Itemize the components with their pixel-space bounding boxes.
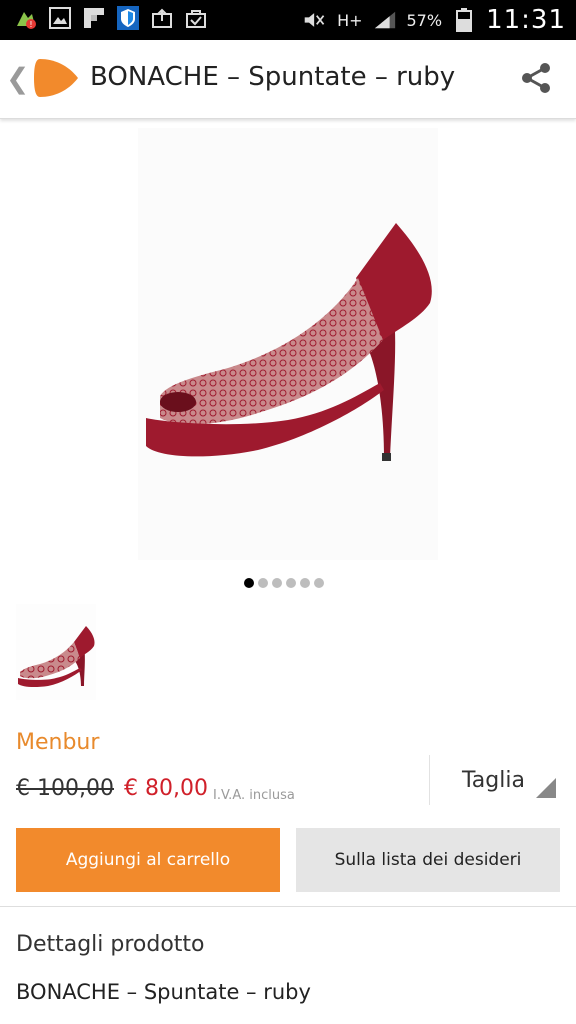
pager-dot[interactable] bbox=[258, 578, 268, 588]
divider bbox=[0, 906, 576, 907]
share-icon[interactable] bbox=[518, 60, 554, 96]
image-icon bbox=[48, 6, 72, 30]
brand-name[interactable]: Menbur bbox=[16, 730, 99, 755]
mute-icon bbox=[303, 8, 327, 32]
vat-note: I.V.A. inclusa bbox=[213, 788, 295, 803]
app-logo[interactable] bbox=[34, 55, 80, 101]
app-bar: ❮ BONACHE – Spuntate – ruby bbox=[0, 40, 576, 119]
back-icon[interactable]: ❮ bbox=[6, 62, 29, 95]
size-selector[interactable]: Taglia bbox=[462, 768, 525, 793]
image-pager[interactable] bbox=[244, 578, 324, 588]
shopping-bag-check-icon bbox=[184, 6, 208, 30]
svg-text:!: ! bbox=[29, 20, 32, 29]
battery-percent: 57% bbox=[406, 10, 443, 30]
battery-icon bbox=[452, 8, 476, 32]
dropdown-triangle-icon[interactable] bbox=[536, 778, 556, 798]
pager-dot[interactable] bbox=[286, 578, 296, 588]
original-price: € 100,00 bbox=[16, 776, 114, 801]
divider bbox=[429, 755, 430, 805]
shield-icon bbox=[116, 6, 140, 30]
flipboard-icon bbox=[82, 6, 106, 30]
wishlist-button[interactable]: Sulla lista dei desideri bbox=[296, 828, 560, 892]
add-to-cart-button[interactable]: Aggiungi al carrello bbox=[16, 828, 280, 892]
notification-alert-icon: ! bbox=[14, 6, 38, 30]
page-title: BONACHE – Spuntate – ruby bbox=[90, 62, 456, 92]
network-type: H+ bbox=[337, 10, 363, 30]
signal-icon bbox=[373, 8, 397, 32]
product-thumbnail[interactable] bbox=[16, 604, 96, 700]
clock: 11:31 bbox=[486, 5, 566, 35]
pager-dot[interactable] bbox=[300, 578, 310, 588]
notification-icons: ! bbox=[14, 6, 208, 30]
pager-dot[interactable] bbox=[244, 578, 254, 588]
product-image[interactable] bbox=[138, 128, 438, 560]
system-status: H+ 57% 11:31 bbox=[303, 5, 566, 35]
status-bar: ! H+ 57% 11:31 bbox=[0, 0, 576, 40]
sale-price: € 80,00 bbox=[124, 776, 208, 801]
details-heading[interactable]: Dettagli prodotto bbox=[16, 932, 205, 957]
details-product-name: BONACHE – Spuntate – ruby bbox=[16, 980, 311, 1004]
pager-dot[interactable] bbox=[314, 578, 324, 588]
upload-bag-icon bbox=[150, 6, 174, 30]
pager-dot[interactable] bbox=[272, 578, 282, 588]
